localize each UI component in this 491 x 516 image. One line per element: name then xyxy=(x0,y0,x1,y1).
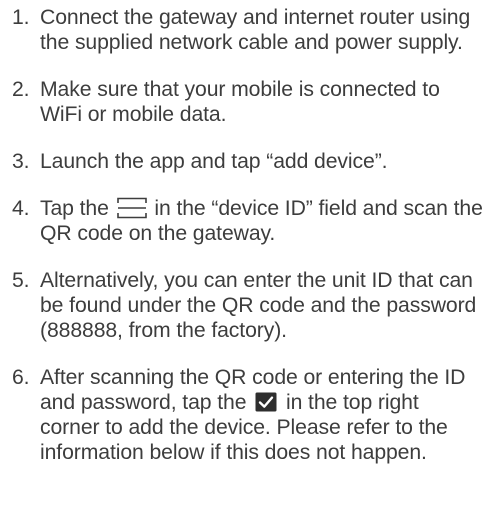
step-2: 2. Make sure that your mobile is connect… xyxy=(0,77,491,127)
step-6: 6. After scanning the QR code or enterin… xyxy=(0,365,491,465)
step-text: After scanning the QR code or entering t… xyxy=(40,365,483,465)
step-4: 4. Tap the in the “device ID” field and … xyxy=(0,196,491,246)
step-number: 4. xyxy=(12,197,30,220)
step-text: Connect the gateway and internet router … xyxy=(40,6,471,54)
step-number: 6. xyxy=(12,366,30,389)
step-text: Make sure that your mobile is connected … xyxy=(40,78,440,126)
step-number: 1. xyxy=(12,6,30,29)
step-5: 5. Alternatively, you can enter the unit… xyxy=(0,268,491,343)
step-3: 3. Launch the app and tap “add device”. xyxy=(0,149,491,174)
setup-steps-list: 1. Connect the gateway and internet rout… xyxy=(0,5,491,465)
step-number: 3. xyxy=(12,150,30,173)
checkmark-icon xyxy=(255,392,277,412)
step-1: 1. Connect the gateway and internet rout… xyxy=(0,5,491,55)
step-number: 2. xyxy=(12,78,30,101)
qr-scan-frame-icon xyxy=(116,197,147,219)
step-text: Launch the app and tap “add device”. xyxy=(40,150,388,173)
instructions-page: 1. Connect the gateway and internet rout… xyxy=(0,0,491,516)
step-number: 5. xyxy=(12,269,30,292)
step-text: Alternatively, you can enter the unit ID… xyxy=(40,269,477,342)
step-text-before-icon: Tap the xyxy=(40,197,115,220)
step-text: Tap the in the “device ID” field and sca… xyxy=(40,196,483,246)
